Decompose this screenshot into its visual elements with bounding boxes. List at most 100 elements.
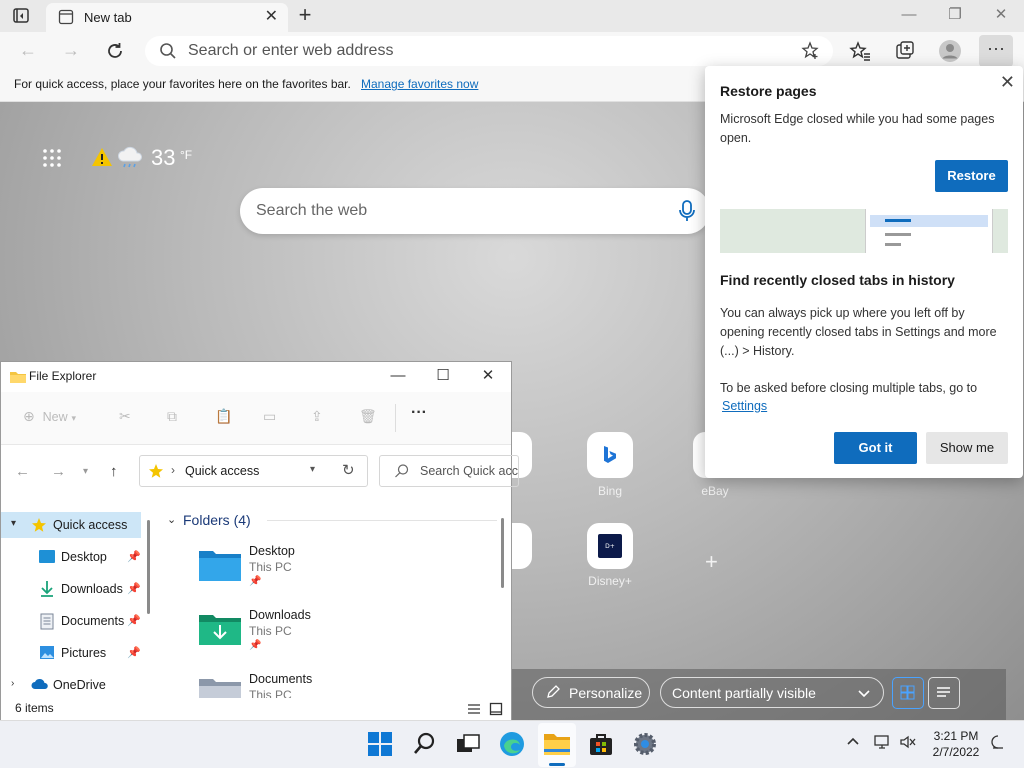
- web-search-box[interactable]: Search the web: [240, 188, 710, 234]
- manage-favorites-link[interactable]: Manage favorites now: [361, 77, 478, 91]
- favorites-bar-message: For quick access, place your favorites h…: [14, 77, 351, 91]
- new-button[interactable]: ⊕ New ▾: [23, 408, 76, 425]
- tree-item-desktop[interactable]: Desktop 📌: [1, 544, 141, 570]
- add-favorite-icon[interactable]: [801, 41, 821, 64]
- quick-link-bing[interactable]: [587, 432, 633, 478]
- cut-icon[interactable]: ✂: [119, 408, 131, 425]
- restore-button[interactable]: Restore: [935, 160, 1008, 192]
- chevron-down-icon[interactable]: ▾: [310, 464, 315, 475]
- share-icon[interactable]: ⇪: [311, 408, 323, 425]
- volume-muted-icon[interactable]: [899, 734, 917, 753]
- delete-icon[interactable]: 🗑: [359, 408, 377, 425]
- navigation-pane: ▾ Quick access Desktop 📌 Downloads 📌 Doc…: [1, 510, 157, 696]
- settings-gear-icon[interactable]: [632, 731, 660, 759]
- section-title: Folders (4): [183, 512, 251, 528]
- svg-text:D+: D+: [605, 543, 615, 550]
- folder-item[interactable]: Desktop This PC 📌: [161, 542, 481, 604]
- start-icon[interactable]: [367, 731, 395, 759]
- address-bar[interactable]: Search or enter web address: [145, 36, 833, 66]
- web-search-placeholder: Search the web: [256, 202, 368, 219]
- tab-actions-icon[interactable]: [12, 7, 32, 25]
- chevron-down-icon: ▾: [71, 413, 77, 423]
- tiles-view-icon[interactable]: [489, 702, 503, 719]
- minimize-button[interactable]: —: [886, 2, 932, 30]
- chevron-right-icon: ›: [11, 678, 15, 689]
- explorer-address-bar[interactable]: › Quick access ▾ ↻: [139, 455, 368, 487]
- content-scrollbar[interactable]: [501, 518, 504, 588]
- quick-link-disney-plus[interactable]: D+: [587, 523, 633, 569]
- notifications-icon[interactable]: [989, 734, 1007, 755]
- chevron-up-icon[interactable]: [846, 735, 860, 752]
- explorer-maximize-button[interactable]: ☐: [423, 364, 463, 390]
- refresh-button[interactable]: [102, 38, 128, 64]
- tree-item-pictures[interactable]: Pictures 📌: [1, 640, 141, 666]
- tree-item-label: OneDrive: [53, 678, 106, 692]
- app-launcher-icon[interactable]: [42, 148, 62, 168]
- desktop-icon: [39, 550, 55, 563]
- tree-item-documents[interactable]: Documents 📌: [1, 608, 141, 634]
- taskbar: 3:21 PM 2/7/2022: [0, 720, 1024, 768]
- forward-button[interactable]: →: [58, 38, 84, 64]
- tree-scrollbar[interactable]: [147, 520, 150, 614]
- paste-icon[interactable]: 📋: [215, 408, 232, 425]
- folder-name: Documents: [249, 672, 313, 686]
- search-icon[interactable]: [412, 731, 440, 759]
- collections-icon[interactable]: [892, 38, 918, 64]
- show-me-button[interactable]: Show me: [926, 432, 1008, 464]
- chevron-down-icon: [857, 686, 871, 703]
- add-site-icon[interactable]: +: [705, 549, 718, 575]
- close-window-button[interactable]: ✕: [978, 2, 1024, 30]
- favorites-icon[interactable]: [847, 38, 873, 64]
- forward-arrow-icon[interactable]: →: [51, 463, 66, 480]
- explorer-close-button[interactable]: ✕: [468, 364, 508, 390]
- profile-avatar[interactable]: [937, 38, 963, 64]
- new-tab-button[interactable]: +: [293, 4, 317, 28]
- back-arrow-icon[interactable]: ←: [15, 463, 30, 480]
- up-arrow-icon[interactable]: ↑: [110, 463, 118, 480]
- desktop-folder-icon: [198, 548, 242, 585]
- edge-icon[interactable]: [499, 731, 527, 759]
- disney-plus-icon: D+: [598, 534, 622, 558]
- refresh-icon[interactable]: ↻: [342, 461, 355, 479]
- clock-date: 2/7/2022: [932, 745, 980, 759]
- file-explorer-icon[interactable]: [543, 731, 571, 759]
- network-icon[interactable]: [873, 734, 891, 753]
- explorer-search-placeholder: Search Quick access: [420, 464, 518, 478]
- copy-icon[interactable]: ⧉: [167, 408, 177, 425]
- folder-location: This PC: [249, 688, 292, 698]
- personalize-button[interactable]: Personalize: [532, 677, 650, 708]
- explorer-title-bar[interactable]: File Explorer — ☐ ✕: [1, 362, 511, 392]
- task-view-icon[interactable]: [455, 731, 483, 759]
- tab-new-tab[interactable]: New tab ✕: [46, 3, 288, 32]
- more-options-icon[interactable]: ···: [411, 404, 427, 422]
- personalize-label: Personalize: [569, 685, 643, 701]
- explorer-search-box[interactable]: Search Quick access: [379, 455, 519, 487]
- list-view-button[interactable]: [928, 677, 960, 709]
- new-label: New: [42, 410, 68, 424]
- restore-button[interactable]: ❐: [932, 2, 978, 30]
- temperature: 33: [151, 145, 176, 170]
- folder-item[interactable]: Documents This PC: [161, 670, 481, 698]
- folder-item[interactable]: Downloads This PC 📌: [161, 606, 481, 668]
- back-button[interactable]: ←: [15, 38, 41, 64]
- folders-section-header[interactable]: ⌄ Folders (4): [167, 512, 497, 532]
- microphone-icon[interactable]: [679, 200, 695, 225]
- got-it-button[interactable]: Got it: [834, 432, 917, 464]
- close-flyout-icon[interactable]: ✕: [1000, 72, 1015, 93]
- system-clock[interactable]: 3:21 PM 2/7/2022: [926, 728, 986, 760]
- details-view-icon[interactable]: [467, 702, 481, 719]
- rename-icon[interactable]: ▭: [263, 408, 276, 425]
- settings-and-more-button[interactable]: ···: [979, 35, 1013, 67]
- grid-view-button[interactable]: [892, 677, 924, 709]
- active-indicator: [549, 763, 565, 766]
- close-tab-icon[interactable]: ✕: [265, 9, 278, 25]
- settings-link[interactable]: Settings: [722, 397, 767, 416]
- tree-item-onedrive[interactable]: › OneDrive: [1, 672, 141, 696]
- tree-item-downloads[interactable]: Downloads 📌: [1, 576, 141, 602]
- tree-item-quick-access[interactable]: ▾ Quick access: [1, 512, 141, 538]
- store-icon[interactable]: [588, 731, 616, 759]
- explorer-minimize-button[interactable]: —: [378, 364, 418, 390]
- pin-icon: 📌: [127, 615, 141, 627]
- content-visibility-dropdown[interactable]: Content partially visible: [660, 677, 884, 708]
- recent-locations-icon[interactable]: ▾: [83, 466, 88, 477]
